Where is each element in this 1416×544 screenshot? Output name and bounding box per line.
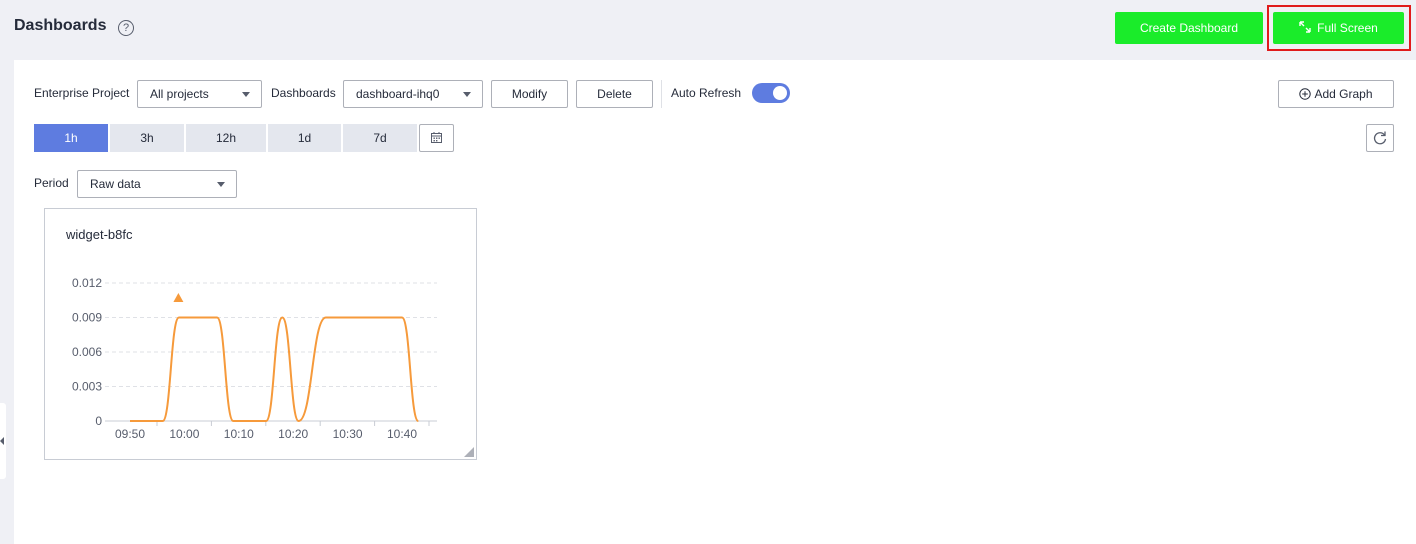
period-select[interactable]: Raw data bbox=[77, 170, 237, 198]
x-tick-label: 10:10 bbox=[224, 427, 254, 441]
period-label: Period bbox=[34, 176, 69, 190]
resize-handle-icon bbox=[464, 447, 474, 457]
auto-refresh-label: Auto Refresh bbox=[671, 86, 742, 100]
range-1d[interactable]: 1d bbox=[268, 124, 341, 152]
range-1h[interactable]: 1h bbox=[34, 124, 108, 152]
page-title: Dashboards bbox=[14, 17, 107, 34]
x-tick-label: 10:00 bbox=[169, 427, 199, 441]
collapse-handle[interactable] bbox=[0, 403, 6, 479]
range-3h[interactable]: 3h bbox=[110, 124, 184, 152]
plus-circle-icon bbox=[1299, 88, 1312, 100]
y-tick-label: 0 bbox=[95, 414, 102, 428]
auto-refresh-toggle[interactable] bbox=[752, 83, 790, 103]
enterprise-project-select[interactable]: All projects bbox=[137, 80, 262, 108]
divider bbox=[661, 80, 662, 108]
range-12h[interactable]: 12h bbox=[186, 124, 266, 152]
create-dashboard-button[interactable]: Create Dashboard bbox=[1115, 12, 1263, 44]
x-tick-label: 09:50 bbox=[115, 427, 145, 441]
y-tick-label: 0.006 bbox=[72, 345, 102, 359]
full-screen-label: Full Screen bbox=[1317, 21, 1378, 35]
chevron-left-icon bbox=[0, 437, 4, 445]
x-tick-label: 10:30 bbox=[333, 427, 363, 441]
refresh-icon bbox=[1373, 131, 1387, 145]
modify-button[interactable]: Modify bbox=[491, 80, 568, 108]
max-marker-icon bbox=[173, 293, 184, 302]
calendar-icon bbox=[431, 132, 442, 143]
help-icon[interactable]: ? bbox=[118, 20, 134, 36]
graph-widget[interactable]: widget-b8fc 0 0.003 0.006 0.009 0.012 09:50 10… bbox=[44, 208, 477, 460]
add-graph-button[interactable]: Add Graph bbox=[1278, 80, 1394, 108]
dashboards-select[interactable]: dashboard-ihq0 bbox=[343, 80, 483, 108]
calendar-button[interactable] bbox=[419, 124, 454, 152]
delete-button[interactable]: Delete bbox=[576, 80, 653, 108]
dashboards-label: Dashboards bbox=[271, 86, 336, 100]
line-chart: 0 0.003 0.006 0.009 0.012 09:50 10:00 10:10 10:2… bbox=[72, 276, 474, 457]
x-tick-label: 10:20 bbox=[278, 427, 308, 441]
add-graph-label: Add Graph bbox=[1314, 87, 1373, 101]
chevron-down-icon bbox=[242, 92, 250, 97]
enterprise-project-label: Enterprise Project bbox=[34, 86, 130, 100]
full-screen-button[interactable]: Full Screen bbox=[1273, 12, 1404, 44]
refresh-button[interactable] bbox=[1366, 124, 1394, 152]
y-tick-label: 0.012 bbox=[72, 276, 102, 290]
series-line bbox=[130, 316, 420, 423]
expand-icon bbox=[1299, 21, 1311, 33]
dashboards-value: dashboard-ihq0 bbox=[356, 87, 440, 101]
enterprise-project-value: All projects bbox=[150, 87, 209, 101]
range-7d[interactable]: 7d bbox=[343, 124, 417, 152]
chevron-down-icon bbox=[463, 92, 471, 97]
toggle-knob bbox=[773, 86, 787, 100]
x-tick-label: 10:40 bbox=[387, 427, 417, 441]
chevron-down-icon bbox=[217, 182, 225, 187]
y-tick-label: 0.003 bbox=[72, 380, 102, 394]
period-value: Raw data bbox=[90, 177, 141, 191]
y-tick-label: 0.009 bbox=[72, 311, 102, 325]
